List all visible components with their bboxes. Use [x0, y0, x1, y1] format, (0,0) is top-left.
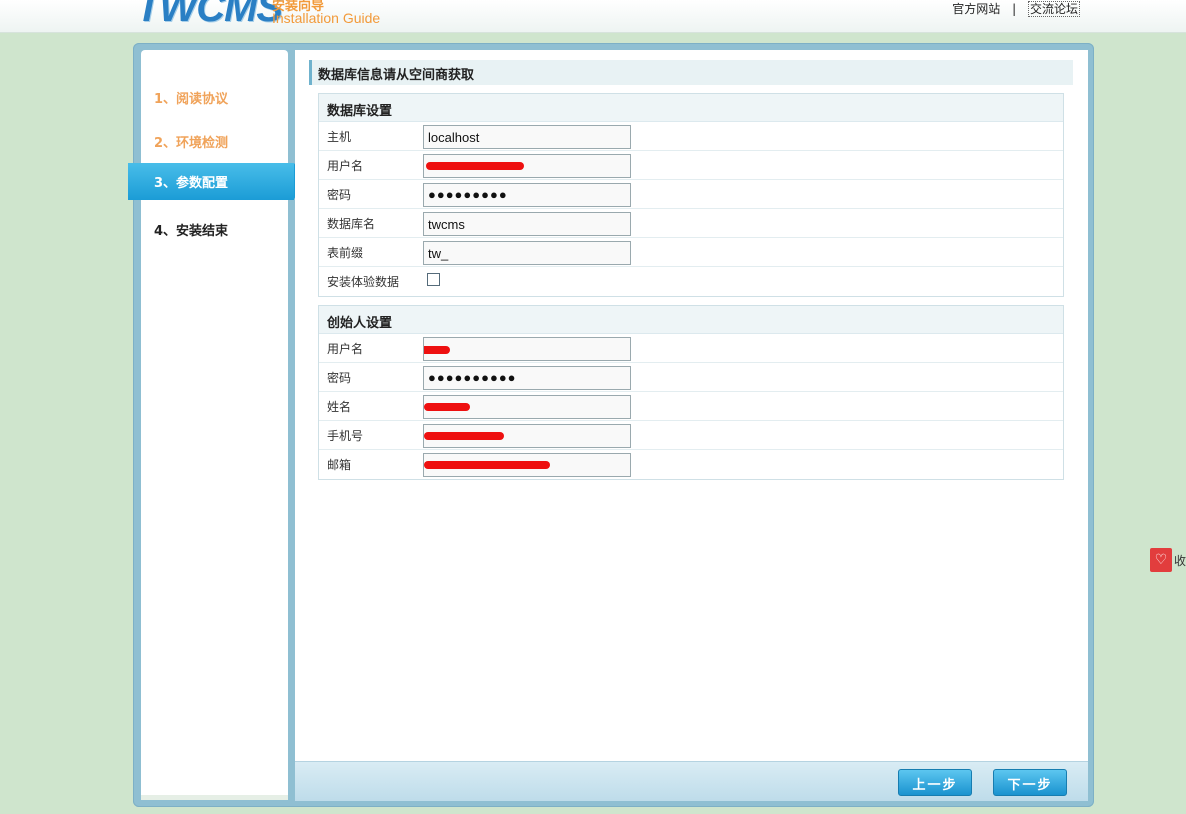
founder-password-label: 密码 [327, 371, 352, 385]
demo-data-row: 安装体验数据 [319, 267, 1063, 296]
db-host-row: 主机 localhost [319, 122, 1063, 151]
top-header: TWCMS 安装向导 Installation Guide 官方网站 | 交流论… [0, 0, 1186, 33]
heart-icon: ♡ [1150, 548, 1172, 572]
redaction-mark [426, 162, 524, 170]
db-name-row: 数据库名 twcms [319, 209, 1063, 238]
founder-user-row: 用户名 [319, 334, 1063, 363]
founder-email-label: 邮箱 [327, 458, 352, 472]
step-install-finish: 4、安装结束 [154, 224, 229, 239]
founder-password-row: 密码 ●●●●●●●●●● [319, 363, 1063, 392]
redaction-mark [424, 461, 550, 469]
db-name-input[interactable]: twcms [423, 212, 631, 236]
founder-email-input[interactable] [423, 453, 631, 477]
prev-step-button[interactable]: 上一步 [898, 769, 972, 796]
db-password-row: 密码 ●●●●●●●●● [319, 180, 1063, 209]
db-host-label: 主机 [327, 130, 352, 144]
db-host-input[interactable]: localhost [423, 125, 631, 149]
db-prefix-row: 表前缀 tw_ [319, 238, 1063, 267]
founder-name-input[interactable] [423, 395, 631, 419]
redaction-mark [424, 403, 470, 411]
twcms-logo: TWCMS [136, 0, 283, 30]
founder-user-input[interactable] [423, 337, 631, 361]
sidebar-footer [141, 795, 288, 800]
official-site-link[interactable]: 官方网站 [952, 2, 1000, 16]
step-read-agreement: 1、阅读协议 [154, 92, 229, 107]
founder-name-row: 姓名 [319, 392, 1063, 421]
guide-title-en: Installation Guide [272, 10, 381, 26]
collect-widget[interactable]: ♡ 收 [1150, 548, 1186, 572]
collect-label: 收 [1174, 554, 1186, 568]
top-links: 官方网站 | 交流论坛 [948, 0, 1084, 17]
db-name-label: 数据库名 [327, 217, 376, 231]
founder-name-label: 姓名 [327, 400, 352, 414]
founder-settings-title: 创始人设置 [319, 306, 1063, 334]
step-param-config: 3、参数配置 [128, 163, 306, 200]
db-password-label: 密码 [327, 188, 352, 202]
founder-password-input[interactable]: ●●●●●●●●●● [423, 366, 631, 390]
database-settings-title: 数据库设置 [319, 94, 1063, 122]
redaction-mark [424, 432, 504, 440]
db-password-input[interactable]: ●●●●●●●●● [423, 183, 631, 207]
founder-settings-box: 创始人设置 用户名 密码 ●●●●●●●●●● 姓名 手机号 邮箱 [318, 305, 1064, 480]
founder-user-label: 用户名 [327, 342, 364, 356]
db-user-label: 用户名 [327, 159, 364, 173]
founder-phone-label: 手机号 [327, 429, 364, 443]
demo-data-label: 安装体验数据 [327, 275, 400, 289]
demo-data-checkbox[interactable] [427, 273, 440, 286]
link-separator: | [1012, 2, 1017, 16]
db-prefix-label: 表前缀 [327, 246, 364, 260]
db-prefix-input[interactable]: tw_ [423, 241, 631, 265]
founder-phone-input[interactable] [423, 424, 631, 448]
page-title: 数据库信息请从空间商获取 [309, 60, 1073, 85]
redaction-mark [424, 346, 450, 354]
founder-email-row: 邮箱 [319, 450, 1063, 479]
next-step-button[interactable]: 下一步 [993, 769, 1067, 796]
active-step-label: 3、参数配置 [154, 176, 229, 191]
forum-link[interactable]: 交流论坛 [1027, 1, 1080, 17]
database-settings-box: 数据库设置 主机 localhost 用户名 密码 ●●●●●●●●● 数据库名… [318, 93, 1064, 297]
founder-phone-row: 手机号 [319, 421, 1063, 450]
db-user-row: 用户名 [319, 151, 1063, 180]
step-env-check: 2、环境检测 [154, 136, 229, 151]
db-user-input[interactable] [423, 154, 631, 178]
